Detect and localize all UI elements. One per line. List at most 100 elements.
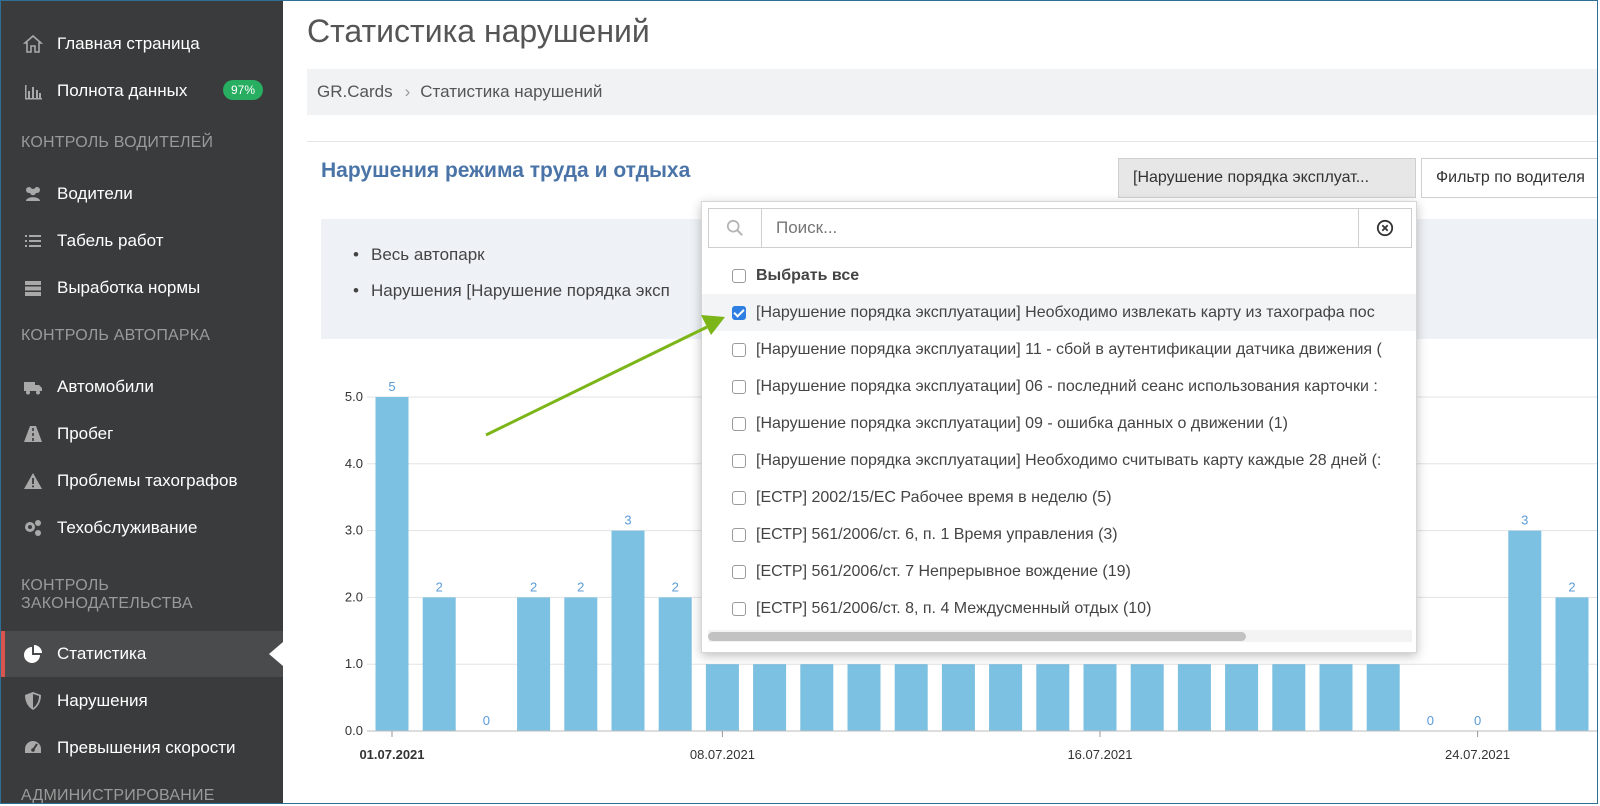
- option-label: [Нарушение порядка эксплуатации] 11 - сб…: [756, 340, 1382, 358]
- option-label: [Нарушение порядка эксплуатации] 06 - по…: [756, 377, 1378, 395]
- sidebar-item-label: Главная страница: [57, 34, 200, 53]
- y-tick-label: 5.0: [345, 389, 363, 404]
- list-icon: [21, 229, 45, 253]
- option-checkbox[interactable]: [732, 490, 746, 505]
- bar[interactable]: [422, 597, 456, 731]
- sidebar-item-label: Табель работ: [57, 231, 164, 250]
- sidebar-item-drivers[interactable]: Водители: [1, 171, 283, 217]
- tachometer-icon: [21, 736, 45, 760]
- sidebar-item-label: Превышения скорости: [57, 738, 236, 757]
- breadcrumb-current: Статистика нарушений: [420, 82, 603, 101]
- sidebar-item-statistics[interactable]: Статистика: [1, 631, 283, 677]
- sidebar-item-label: Автомобили: [57, 377, 154, 396]
- option-label: [ЕСТР] 561/2006/ст. 8, п. 4 Междусменный…: [756, 599, 1152, 617]
- summary-violations: Нарушения [Нарушение порядка эксп: [353, 281, 670, 301]
- option-checkbox[interactable]: [732, 453, 746, 468]
- sidebar-item-tachograph-issues[interactable]: Проблемы тахографов: [1, 458, 283, 504]
- bar[interactable]: [989, 664, 1023, 731]
- sidebar-item-label: Техобслуживание: [57, 518, 198, 537]
- violations-dropdown: Выбрать все [Нарушение порядка эксплуата…: [701, 201, 1417, 653]
- violations-filter-button[interactable]: [Нарушение порядка эксплуат...: [1118, 158, 1416, 198]
- dropdown-option[interactable]: [ЕСТР] 561/2006/ст. 6, п. 1 Время управл…: [702, 516, 1416, 553]
- bar[interactable]: [1177, 664, 1211, 731]
- dropdown-option[interactable]: [ЕСТР] 561/2006/ст. 8, п. 4 Междусменный…: [702, 590, 1416, 627]
- users-icon: [21, 182, 45, 206]
- sidebar-item-norm[interactable]: Выработка нормы: [1, 265, 283, 311]
- option-checkbox[interactable]: [732, 601, 746, 616]
- shield-icon: [21, 689, 45, 713]
- dropdown-option[interactable]: [Нарушение порядка эксплуатации] 11 - сб…: [702, 331, 1416, 368]
- dropdown-option[interactable]: [Нарушение порядка эксплуатации] Необход…: [702, 294, 1416, 331]
- option-checkbox[interactable]: [732, 527, 746, 542]
- warning-icon: [21, 469, 45, 493]
- x-tick-label: 16.07.2021: [1067, 747, 1132, 762]
- bar[interactable]: [800, 664, 834, 731]
- option-checkbox[interactable]: [732, 564, 746, 579]
- option-label: [Нарушение порядка эксплуатации] Необход…: [756, 303, 1375, 321]
- bar[interactable]: [705, 664, 739, 731]
- option-checkbox[interactable]: [732, 342, 746, 357]
- sidebar-item-label: Нарушения: [57, 691, 148, 710]
- bar-value-label: 2: [530, 579, 537, 594]
- breadcrumb-link-home[interactable]: GR.Cards: [317, 82, 393, 102]
- dropdown-option[interactable]: [Нарушение порядка эксплуатации] Необход…: [702, 442, 1416, 479]
- bar-value-label: 0: [1474, 713, 1481, 728]
- option-label: [Нарушение порядка эксплуатации] 09 - ош…: [756, 414, 1288, 432]
- bar-value-label: 2: [436, 579, 443, 594]
- road-icon: [21, 422, 45, 446]
- sidebar-item-vehicles[interactable]: Автомобили: [1, 364, 283, 410]
- option-checkbox[interactable]: [732, 416, 746, 431]
- bar[interactable]: [941, 664, 975, 731]
- bar[interactable]: [1555, 597, 1589, 731]
- sidebar-header-legislation: КОНТРОЛЬ ЗАКОНОДАТЕЛЬСТВА: [21, 577, 201, 613]
- bar[interactable]: [847, 664, 881, 731]
- sidebar-header-label: КОНТРОЛЬ ЗАКОНОДАТЕЛЬСТВА: [21, 577, 193, 612]
- bar[interactable]: [1319, 664, 1353, 731]
- dropdown-option[interactable]: [ЕСТР] 561/2006/ст. 7 Непрерывное вожден…: [702, 553, 1416, 590]
- search-input[interactable]: [762, 209, 1358, 247]
- completeness-badge: 97%: [222, 80, 263, 100]
- dropdown-option[interactable]: [ЕСТР] 2002/15/ЕС Рабочее время в неделю…: [702, 479, 1416, 516]
- bar[interactable]: [753, 664, 787, 731]
- bar[interactable]: [658, 597, 692, 731]
- clear-search-icon[interactable]: [1358, 209, 1411, 247]
- bar[interactable]: [894, 664, 928, 731]
- sidebar-item-speeding[interactable]: Превышения скорости: [1, 725, 283, 771]
- bar[interactable]: [1508, 530, 1542, 731]
- scrollbar-thumb[interactable]: [708, 632, 1246, 641]
- bar[interactable]: [1272, 664, 1306, 731]
- bar-value-label: 0: [483, 713, 490, 728]
- bar[interactable]: [517, 597, 551, 731]
- sidebar-item-timesheet[interactable]: Табель работ: [1, 218, 283, 264]
- sidebar-item-maintenance[interactable]: Техобслуживание: [1, 505, 283, 551]
- bar[interactable]: [1130, 664, 1164, 731]
- bar[interactable]: [564, 597, 598, 731]
- truck-icon: [21, 375, 45, 399]
- dropdown-option[interactable]: [Нарушение порядка эксплуатации] 09 - ош…: [702, 405, 1416, 442]
- option-checkbox[interactable]: [732, 379, 746, 394]
- sidebar-header-admin: АДМИНИСТРИРОВАНИЕ: [21, 787, 215, 804]
- bar[interactable]: [611, 530, 645, 731]
- sidebar-item-home[interactable]: Главная страница: [1, 21, 283, 67]
- bar[interactable]: [1083, 664, 1117, 731]
- select-all-checkbox[interactable]: [732, 268, 746, 283]
- bar-value-label: 0: [1427, 713, 1434, 728]
- option-checkbox[interactable]: [732, 305, 746, 320]
- bar[interactable]: [1036, 664, 1070, 731]
- summary-fleet: Весь автопарк: [353, 245, 485, 265]
- bar[interactable]: [1366, 664, 1400, 731]
- bar-value-label: 5: [388, 379, 395, 394]
- x-tick-label: 01.07.2021: [359, 747, 424, 762]
- sidebar-item-violations[interactable]: Нарушения: [1, 678, 283, 724]
- driver-filter-button[interactable]: Фильтр по водителя: [1421, 158, 1597, 198]
- option-label: [ЕСТР] 561/2006/ст. 7 Непрерывное вожден…: [756, 562, 1131, 580]
- select-all-option[interactable]: Выбрать все: [702, 257, 1416, 294]
- sidebar-item-data-completeness[interactable]: Полнота данных 97%: [1, 68, 283, 114]
- bar[interactable]: [375, 397, 409, 731]
- breadcrumb-separator-icon: ›: [404, 82, 411, 101]
- dropdown-option[interactable]: [Нарушение порядка эксплуатации] 06 - по…: [702, 368, 1416, 405]
- sidebar-item-mileage[interactable]: Пробег: [1, 411, 283, 457]
- horizontal-scrollbar[interactable]: [708, 630, 1412, 642]
- sidebar-item-label: Водители: [57, 184, 133, 203]
- bar[interactable]: [1225, 664, 1259, 731]
